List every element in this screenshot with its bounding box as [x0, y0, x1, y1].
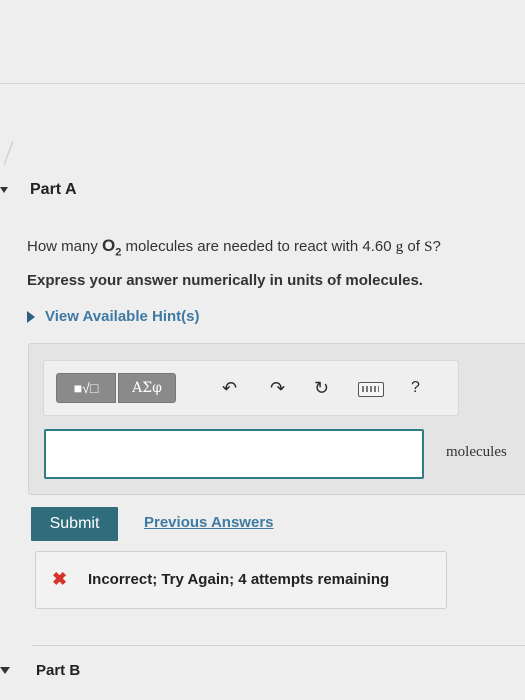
units-label: molecules: [446, 444, 507, 460]
page-divider: [0, 83, 525, 84]
help-icon[interactable]: ?: [411, 379, 420, 397]
expand-triangle-icon[interactable]: [0, 667, 10, 674]
reset-icon[interactable]: ↻: [314, 379, 329, 397]
answer-input[interactable]: [44, 429, 424, 479]
hint-label[interactable]: View Available Hint(s): [45, 308, 200, 325]
feedback-box: ✖ Incorrect; Try Again; 4 attempts remai…: [35, 551, 447, 609]
greek-symbols-button[interactable]: ΑΣφ: [118, 373, 176, 403]
incorrect-x-icon: ✖: [52, 569, 68, 589]
previous-answers-link[interactable]: Previous Answers: [144, 514, 274, 531]
molecule-formula: O2: [102, 236, 122, 259]
part-a-header[interactable]: Part A: [0, 181, 77, 199]
view-hints-link[interactable]: View Available Hint(s): [27, 308, 200, 325]
submit-button[interactable]: Submit: [31, 507, 118, 541]
math-toolbar: ■√□ ΑΣφ ↶ ↷ ↻ ?: [43, 360, 459, 416]
decorative-mark: ⟋: [0, 135, 23, 171]
play-triangle-icon: [27, 310, 35, 323]
keyboard-icon[interactable]: [358, 382, 384, 397]
feedback-message: Incorrect; Try Again; 4 attempts remaini…: [88, 571, 390, 588]
section-divider: [32, 645, 525, 646]
question-text: How many O2 molecules are needed to reac…: [27, 236, 441, 259]
part-b-header[interactable]: Part B: [0, 662, 80, 679]
part-a-label: Part A: [30, 181, 77, 198]
part-b-label: Part B: [36, 662, 81, 679]
toolbar-button-group: ■√□ ΑΣφ: [56, 373, 176, 403]
templates-button[interactable]: ■√□: [56, 373, 116, 403]
redo-icon[interactable]: ↷: [270, 379, 285, 397]
instruction-text: Express your answer numerically in units…: [27, 272, 423, 289]
expand-triangle-icon[interactable]: [0, 187, 8, 193]
undo-icon[interactable]: ↶: [222, 379, 237, 397]
answer-panel: ■√□ ΑΣφ ↶ ↷ ↻ ? molecules: [28, 343, 525, 495]
